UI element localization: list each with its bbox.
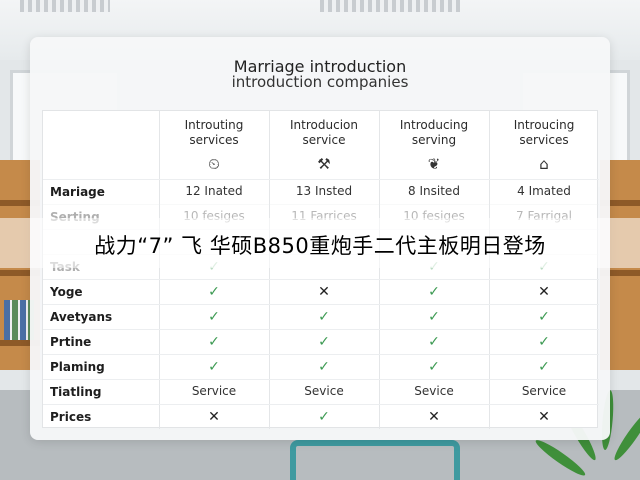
comparison-table: Introuting services Introducion service … <box>42 110 599 429</box>
table-cell: 12 Inated <box>185 184 243 198</box>
table-cell: 8 Insited <box>408 184 460 198</box>
house-icon: ⌂ <box>539 155 549 173</box>
table-row: Prtine ✓ ✓ ✓ ✓ <box>43 329 599 354</box>
table-cell: Service <box>191 384 237 398</box>
table-cell: Sevice <box>414 384 454 398</box>
row-label: Plaming <box>50 360 105 374</box>
ceiling-light <box>20 0 110 12</box>
check-icon: ✓ <box>538 334 550 350</box>
column-header-line2: serving <box>411 133 457 147</box>
check-icon: ✓ <box>318 334 330 350</box>
check-icon: ✓ <box>538 309 550 325</box>
leaf-icon: ❦ <box>427 155 441 173</box>
table-cell: Sevice <box>304 384 344 398</box>
row-label: Prices <box>50 410 92 424</box>
table-cell: 13 Insted <box>295 184 353 198</box>
headline-text: 战力“7” 飞 华硕B850重炮手二代主板明日登场 <box>94 234 546 258</box>
check-icon: ✓ <box>208 359 220 375</box>
check-icon: ✓ <box>318 309 330 325</box>
check-icon: ✓ <box>318 359 330 375</box>
cross-icon: ✕ <box>538 284 550 300</box>
table-row: Plaming ✓ ✓ ✓ ✓ <box>43 354 599 379</box>
ceiling-light <box>320 0 460 12</box>
cross-icon: ✕ <box>538 409 550 425</box>
plant-leaf <box>610 407 640 463</box>
check-icon: ✓ <box>428 284 440 300</box>
column-header-line1: Introucing <box>513 118 575 132</box>
clock-icon: ⏲ <box>208 155 220 173</box>
table-row: Tiatling Service Sevice Sevice Service <box>43 379 599 404</box>
table-cell: Service <box>521 384 567 398</box>
table-row: Avetyans ✓ ✓ ✓ ✓ <box>43 304 599 329</box>
cross-icon: ✕ <box>208 409 220 425</box>
tools-icon: ⚒ <box>317 155 331 173</box>
row-label: Mariage <box>50 185 105 199</box>
check-icon: ✓ <box>428 334 440 350</box>
row-label: Prtine <box>50 335 92 349</box>
row-label: Yoge <box>50 285 83 299</box>
column-header: Introducion service <box>269 118 379 148</box>
cross-icon: ✕ <box>318 284 330 300</box>
check-icon: ✓ <box>208 334 220 350</box>
check-icon: ✓ <box>318 409 330 425</box>
check-icon: ✓ <box>428 309 440 325</box>
column-header: Introucing services <box>489 118 599 148</box>
column-header: Introuting services <box>159 118 269 148</box>
headline-banner: 战力“7” 飞 华硕B850重炮手二代主板明日登场 <box>0 218 640 268</box>
row-label: Tiatling <box>50 385 102 399</box>
check-icon: ✓ <box>208 284 220 300</box>
column-header-line2: services <box>189 133 239 147</box>
chair <box>290 440 460 480</box>
column-header-line2: services <box>519 133 569 147</box>
column-header-line1: Introuting <box>184 118 244 132</box>
column-header-line2: service <box>302 133 346 147</box>
card-subtitle: introduction companies <box>231 73 409 91</box>
column-header-line1: Introducing <box>399 118 469 132</box>
cross-icon: ✕ <box>428 409 440 425</box>
table-row: Mariage 12 Inated 13 Insted 8 Insited 4 Imat… <box>43 179 599 204</box>
check-icon: ✓ <box>538 359 550 375</box>
row-label: Avetyans <box>50 310 113 324</box>
column-header: Introducing serving <box>379 118 489 148</box>
check-icon: ✓ <box>428 359 440 375</box>
table-row: Prices ✕ ✓ ✕ ✕ <box>43 404 599 429</box>
column-header-line1: Introducion <box>290 118 358 132</box>
table-row: Yoge ✓ ✕ ✓ ✕ <box>43 279 599 304</box>
check-icon: ✓ <box>208 309 220 325</box>
table-cell: 4 Imated <box>517 184 571 198</box>
